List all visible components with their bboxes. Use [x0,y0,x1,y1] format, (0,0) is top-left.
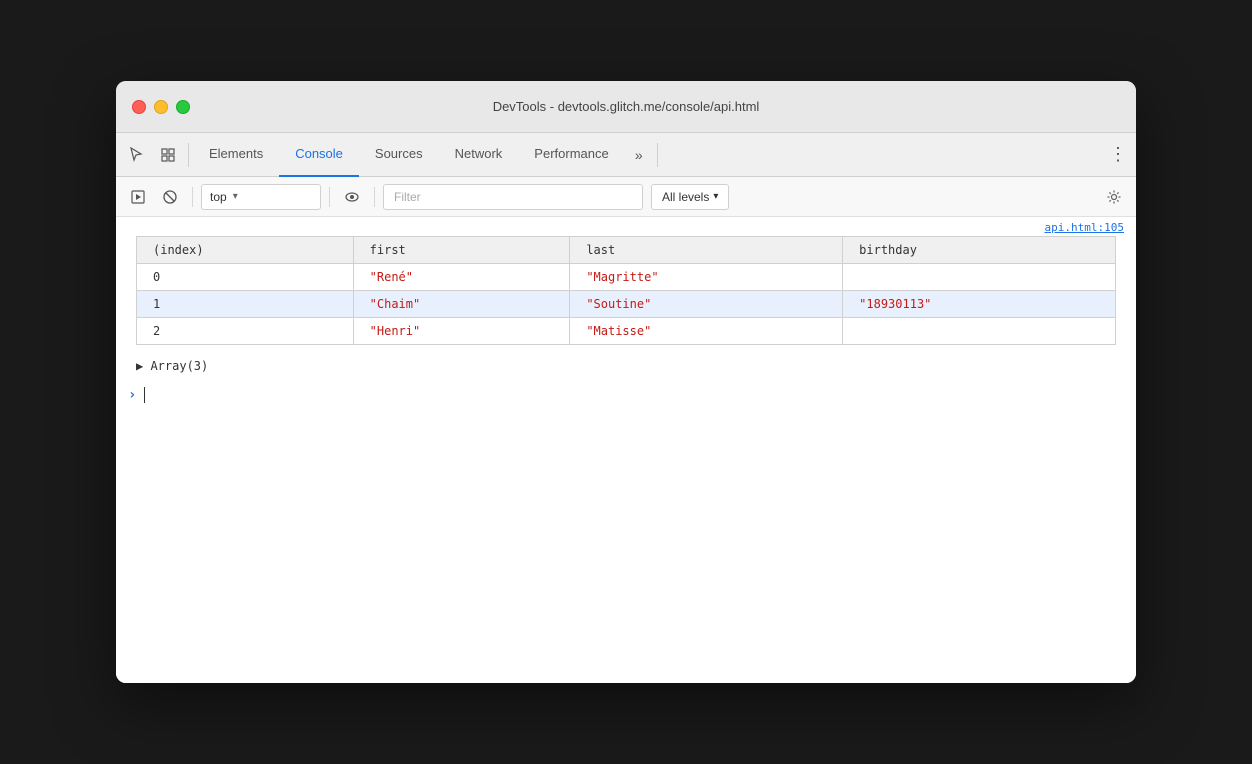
cell-index: 2 [137,318,354,345]
cursor-icon[interactable] [120,139,152,171]
devtools-menu-button[interactable]: ⋮ [1104,141,1132,169]
tab-sources[interactable]: Sources [359,133,439,177]
cell-first: "Chaim" [353,291,570,318]
inspect-icon[interactable] [152,139,184,171]
traffic-lights [132,100,190,114]
cell-index: 0 [137,264,354,291]
filter-input[interactable]: Filter [383,184,643,210]
console-input[interactable] [144,387,145,403]
col-first: first [353,237,570,264]
prompt-icon: › [128,387,136,403]
expand-arrow-icon: ▶ Array(3) [136,359,208,373]
tab-console[interactable]: Console [279,133,359,177]
devtools-window: DevTools - devtools.glitch.me/console/ap… [116,81,1136,683]
col-index: (index) [137,237,354,264]
toolbar-divider-2 [329,187,330,207]
tab-divider-2 [657,143,658,167]
context-selector[interactable]: top ▾ [201,184,321,210]
more-tabs-button[interactable]: » [625,141,653,169]
cell-last: "Magritte" [570,264,843,291]
tab-elements[interactable]: Elements [193,133,279,177]
tab-performance[interactable]: Performance [518,133,624,177]
titlebar: DevTools - devtools.glitch.me/console/ap… [116,81,1136,133]
table-row: 1 "Chaim" "Soutine" "18930113" [137,291,1116,318]
cell-last: "Matisse" [570,318,843,345]
cell-birthday: "18930113" [843,291,1116,318]
console-input-line: › [116,379,1136,411]
clear-button[interactable] [156,183,184,211]
col-last: last [570,237,843,264]
cell-first: "Henri" [353,318,570,345]
toolbar-divider [192,187,193,207]
eye-button[interactable] [338,183,366,211]
source-link[interactable]: api.html:105 [116,217,1136,236]
col-birthday: birthday [843,237,1116,264]
cell-first: "René" [353,264,570,291]
console-toolbar: top ▾ Filter All levels ▾ [116,177,1136,217]
table-row: 2 "Henri" "Matisse" [137,318,1116,345]
array-expand-button[interactable]: ▶ Array(3) [116,353,1136,379]
minimize-button[interactable] [154,100,168,114]
console-settings-button[interactable] [1100,183,1128,211]
cell-birthday [843,264,1116,291]
table-row: 0 "René" "Magritte" [137,264,1116,291]
close-button[interactable] [132,100,146,114]
window-title: DevTools - devtools.glitch.me/console/ap… [493,99,760,114]
cell-index: 1 [137,291,354,318]
context-arrow-icon: ▾ [233,191,238,202]
tab-divider [188,143,189,167]
tabs-bar: Elements Console Sources Network Perform… [116,133,1136,177]
devtools-panel: Elements Console Sources Network Perform… [116,133,1136,683]
toolbar-divider-3 [374,187,375,207]
cell-birthday [843,318,1116,345]
tab-network[interactable]: Network [439,133,519,177]
maximize-button[interactable] [176,100,190,114]
console-table: (index) first last birthday 0 "René" "Ma… [136,236,1116,345]
run-button[interactable] [124,183,152,211]
console-output: api.html:105 (index) first last birthday… [116,217,1136,683]
log-levels-button[interactable]: All levels ▾ [651,184,729,210]
cell-last: "Soutine" [570,291,843,318]
